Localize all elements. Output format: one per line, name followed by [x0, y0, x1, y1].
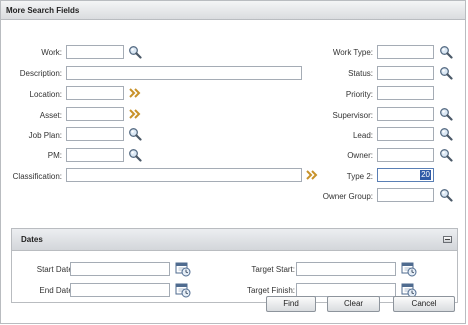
dates-section-title: Dates — [21, 235, 43, 244]
supervisor-lookup-magnifier-icon[interactable] — [439, 107, 453, 121]
status-label: Status: — [348, 69, 373, 78]
job-plan-label: Job Plan: — [28, 131, 62, 140]
clear-button[interactable]: Clear — [327, 296, 380, 312]
description-label: Description: — [19, 69, 62, 78]
dialog-body: Work: Description: Location: Asset: Job … — [0, 20, 466, 324]
dialog-title: More Search Fields — [0, 0, 466, 20]
location-detail-menu-double-chevron-icon[interactable] — [128, 86, 142, 100]
start-date-calendar-icon[interactable] — [175, 261, 191, 277]
cancel-button[interactable]: Cancel — [393, 296, 455, 312]
pm-label: PM: — [47, 151, 62, 160]
classification-detail-menu-double-chevron-icon[interactable] — [305, 168, 319, 182]
description-field[interactable] — [66, 66, 302, 80]
lead-label: Lead: — [352, 131, 373, 140]
target-start-label: Target Start: — [251, 265, 295, 274]
lead-field[interactable] — [377, 127, 434, 141]
job-plan-field[interactable] — [66, 127, 124, 141]
location-label: Location: — [29, 90, 62, 99]
end-date-field[interactable] — [70, 283, 170, 297]
type2-field[interactable]: 20 — [377, 168, 434, 182]
owner-group-lookup-magnifier-icon[interactable] — [439, 188, 453, 202]
owner-label: Owner: — [347, 151, 373, 160]
target-finish-field[interactable] — [296, 283, 396, 297]
classification-field[interactable] — [66, 168, 302, 182]
dates-section-header: Dates — [12, 229, 457, 251]
priority-label: Priority: — [345, 90, 373, 99]
type2-label: Type 2: — [346, 172, 373, 181]
work-label: Work: — [41, 48, 62, 57]
supervisor-field[interactable] — [377, 107, 434, 121]
target-finish-label: Target Finish: — [246, 286, 295, 295]
classification-label: Classification: — [12, 172, 62, 181]
find-button[interactable]: Find — [266, 296, 316, 312]
more-search-fields-dialog: More Search Fields Work: Description: Lo… — [0, 0, 468, 325]
target-start-field[interactable] — [296, 262, 396, 276]
owner-lookup-magnifier-icon[interactable] — [439, 148, 453, 162]
lead-lookup-magnifier-icon[interactable] — [439, 127, 453, 141]
location-field[interactable] — [66, 86, 124, 100]
dates-section: Dates Start Date: End Date: Target Start… — [11, 228, 458, 303]
job-plan-lookup-magnifier-icon[interactable] — [128, 127, 142, 141]
priority-field[interactable] — [377, 86, 434, 100]
supervisor-label: Supervisor: — [332, 111, 373, 120]
end-date-calendar-icon[interactable] — [175, 282, 191, 298]
collapse-section-icon[interactable] — [443, 236, 452, 243]
owner-group-label: Owner Group: — [322, 192, 373, 201]
status-field[interactable] — [377, 66, 434, 80]
asset-field[interactable] — [66, 107, 124, 121]
owner-group-field[interactable] — [377, 188, 434, 202]
pm-lookup-magnifier-icon[interactable] — [128, 148, 142, 162]
asset-label: Asset: — [39, 111, 62, 120]
pm-field[interactable] — [66, 148, 124, 162]
work-field[interactable] — [66, 45, 124, 59]
owner-field[interactable] — [377, 148, 434, 162]
start-date-field[interactable] — [70, 262, 170, 276]
status-lookup-magnifier-icon[interactable] — [439, 66, 453, 80]
type2-selected-value: 20 — [420, 170, 431, 180]
work-type-field[interactable] — [377, 45, 434, 59]
work-type-label: Work Type: — [332, 48, 373, 57]
asset-detail-menu-double-chevron-icon[interactable] — [128, 107, 142, 121]
work-lookup-magnifier-icon[interactable] — [128, 45, 142, 59]
target-start-calendar-icon[interactable] — [401, 261, 417, 277]
work-type-lookup-magnifier-icon[interactable] — [439, 45, 453, 59]
